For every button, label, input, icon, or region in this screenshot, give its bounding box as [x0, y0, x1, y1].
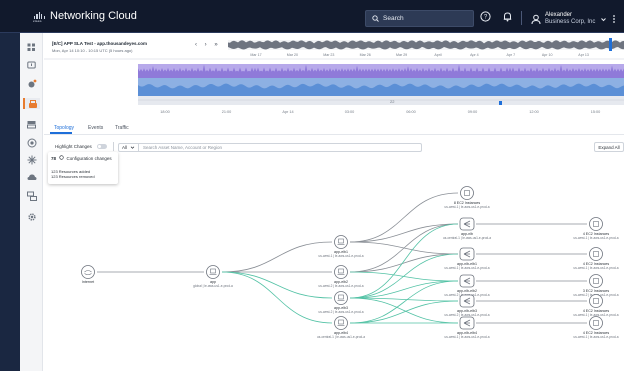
- node-subtitle: us-west-1 | le-aws-us1-e-prod-a: [574, 236, 619, 240]
- elb-icon: [334, 316, 348, 330]
- topology-edge: [221, 271, 333, 324]
- elb-icon: [334, 235, 348, 249]
- topology-node[interactable]: 4 EC2 Instancesus-west-1 | le-aws-us1-e-…: [574, 247, 619, 271]
- node-subtitle: us-west-2 | le-aws-us1-e-prod-a: [319, 310, 364, 314]
- topology-edge: [349, 300, 459, 324]
- topology-node[interactable]: app-elb4us-central-1 | le-aws-us1-e-prod…: [317, 316, 365, 340]
- topology-node[interactable]: appglobal | le-aws-us1-e-prod-a: [193, 265, 233, 289]
- elb-icon: [334, 291, 348, 305]
- topology-edge: [221, 271, 333, 299]
- topology-edge: [349, 192, 459, 243]
- node-name: Internet: [82, 280, 94, 284]
- topology-node[interactable]: app-nlbus-central-1 | le-aws-us1-e-prod-…: [443, 217, 491, 240]
- topology-node[interactable]: 8 EC2 Instancesus-west-1 | le-aws-us1-e-…: [445, 186, 490, 210]
- node-subtitle: us-west-1 | le-aws-us1-e-prod-a: [574, 266, 619, 270]
- topology-node[interactable]: Internet: [81, 265, 95, 285]
- topology-node[interactable]: 3 EC2 Instancesus-west-2 | le-aws-us1-e-…: [574, 274, 619, 298]
- node-subtitle: us-west-1 | le-aws-us1-e-prod-a: [319, 254, 364, 258]
- topology-node[interactable]: 4 EC2 Instancesus-west-1 | le-aws-us1-e-…: [574, 316, 619, 340]
- topology-node[interactable]: 4 EC2 Instancesus-west-1 | le-aws-us1-e-…: [574, 217, 619, 241]
- topology-edge: [349, 223, 459, 299]
- topology-graph: Internet appglobal | le-aws-us1-e-prod-a a…: [81, 186, 619, 340]
- globe-icon: [81, 265, 95, 279]
- node-subtitle: global | le-aws-us1-e-prod-a: [193, 284, 233, 288]
- topology-node[interactable]: app-nlb-elb1us-west-1 | le-aws-us1-e-pro…: [445, 247, 490, 270]
- node-subtitle: us-central-1 | le-aws-us1-e-prod-a: [443, 236, 491, 240]
- node-subtitle: us-central-1 | le-aws-us1-e-prod-a: [317, 335, 365, 339]
- topology-edge: [349, 297, 459, 302]
- elb-icon: [334, 265, 348, 279]
- server-icon: [589, 247, 603, 261]
- topology-node[interactable]: app-nlb-elb2us-west-2 | le-aws-us1-e-pro…: [445, 274, 490, 297]
- server-icon: [589, 294, 603, 308]
- topology-node[interactable]: 4 EC2 Instancesus-west-1 | le-aws-us1-e-…: [574, 294, 619, 318]
- topology-edge: [349, 223, 459, 273]
- topology-edge: [349, 253, 459, 273]
- topology-node[interactable]: app-elb3us-west-2 | le-aws-us1-e-prod-a: [319, 291, 364, 315]
- app-icon: [206, 265, 220, 279]
- node-subtitle: us-west-1 | le-aws-us1-e-prod-a: [445, 335, 490, 339]
- server-icon: [460, 186, 474, 200]
- node-subtitle: us-west-1 | le-aws-us1-e-prod-a: [445, 205, 490, 209]
- server-icon: [589, 274, 603, 288]
- node-subtitle: us-west-1 | le-aws-us1-e-prod-a: [574, 335, 619, 339]
- topology-node[interactable]: app-nlb-elb3us-west-2 | le-aws-us1-e-pro…: [445, 294, 490, 317]
- node-subtitle: us-west-1 | le-aws-us1-e-prod-a: [445, 266, 490, 270]
- topology-node[interactable]: app-elb1us-west-1 | le-aws-us1-e-prod-a: [319, 235, 364, 259]
- topology-edge: [221, 241, 333, 273]
- topology-node[interactable]: app-nlb-elb4us-west-1 | le-aws-us1-e-pro…: [445, 316, 490, 339]
- topology-node[interactable]: app-elb2us-west-2 | le-aws-us1-e-prod-a: [319, 265, 364, 289]
- node-subtitle: us-west-2 | le-aws-us1-e-prod-a: [445, 313, 490, 317]
- node-subtitle: us-west-2 | le-aws-us1-e-prod-a: [319, 284, 364, 288]
- server-icon: [589, 316, 603, 330]
- server-icon: [589, 217, 603, 231]
